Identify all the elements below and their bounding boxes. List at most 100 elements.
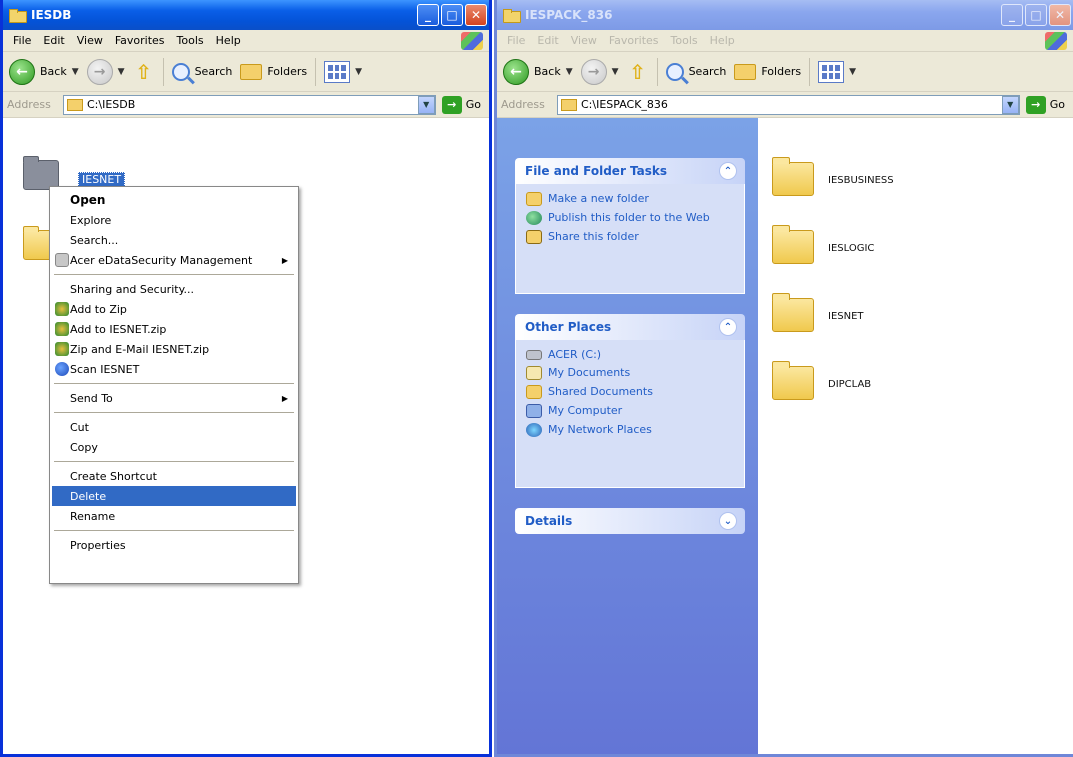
folder-label[interactable]: IESBUSINESS (828, 175, 894, 186)
panel-title: File and Folder Tasks (525, 164, 668, 178)
menu-help[interactable]: Help (210, 34, 247, 47)
context-menu-item-properties[interactable]: Properties (52, 535, 296, 555)
place-my-network-places[interactable]: My Network Places (526, 423, 734, 437)
toolbar-divider (162, 57, 164, 86)
context-menu-item-add-to-zip[interactable]: Add to Zip (52, 299, 296, 319)
search-button[interactable]: Search (665, 62, 726, 81)
drive-icon (526, 350, 542, 360)
folder-label[interactable]: IESNET (828, 311, 864, 322)
folder-icon[interactable] (772, 157, 814, 196)
views-icon (818, 60, 845, 83)
new-folder-icon (526, 192, 542, 206)
folders-button[interactable]: Folders (240, 63, 307, 80)
maximize-button[interactable]: □ (1025, 4, 1047, 26)
title-bar[interactable]: IESPACK_836 _ □ ✕ (497, 0, 1073, 30)
window-iesdb[interactable]: IESDB _ □ ✕ File Edit View Favorites Too… (0, 0, 492, 757)
menu-file[interactable]: File (7, 34, 37, 47)
place-acer-drive[interactable]: ACER (C:) (526, 348, 734, 361)
menu-separator (54, 412, 294, 413)
address-dropdown-button[interactable]: ▼ (1001, 95, 1019, 114)
collapse-chevron-icon[interactable]: ⌃ (719, 162, 737, 180)
go-button[interactable]: → Go (1020, 95, 1073, 114)
back-button[interactable]: ← Back ▼ (503, 58, 573, 85)
context-menu-item-acer-edatasecurity-management[interactable]: Acer eDataSecurity Management ▶ (52, 250, 296, 270)
menu-favorites[interactable]: Favorites (109, 34, 171, 47)
panel-title: Other Places (525, 320, 612, 334)
back-arrow-icon: ← (503, 58, 529, 85)
context-menu-item-create-shortcut[interactable]: Create Shortcut (52, 466, 296, 486)
expand-chevron-icon[interactable]: ⌄ (719, 512, 737, 530)
panel-header[interactable]: File and Folder Tasks ⌃ (515, 158, 745, 184)
minimize-button[interactable]: _ (417, 4, 439, 26)
address-input[interactable]: C:\IESDB ▼ (63, 94, 436, 115)
address-input[interactable]: C:\IESPACK_836 ▼ (557, 94, 1020, 115)
menu-tools[interactable]: Tools (171, 34, 210, 47)
context-menu-item-cut[interactable]: Cut (52, 417, 296, 437)
folder-icon[interactable] (772, 225, 814, 264)
place-my-computer[interactable]: My Computer (526, 404, 734, 418)
search-button[interactable]: Search (171, 62, 232, 81)
back-button[interactable]: ← Back ▼ (9, 58, 79, 85)
task-make-new-folder[interactable]: Make a new folder (526, 192, 734, 206)
folders-button[interactable]: Folders (734, 63, 801, 80)
context-menu-item-zip-and-e-mail-iesnet-zip[interactable]: Zip and E-Mail IESNET.zip (52, 339, 296, 359)
menu-bar: File Edit View Favorites Tools Help (497, 30, 1073, 52)
context-menu-item-scan-iesnet[interactable]: Scan IESNET (52, 359, 296, 379)
folder-view[interactable]: IESBUSINESS IESLOGIC IESNET DIPCLAB (758, 118, 1073, 754)
context-menu-label: Properties (70, 538, 126, 552)
back-arrow-icon: ← (9, 58, 35, 85)
address-dropdown-button[interactable]: ▼ (417, 95, 435, 114)
views-button[interactable]: ▼ (324, 60, 362, 83)
panel-header[interactable]: Details ⌄ (515, 508, 745, 534)
title-bar[interactable]: IESDB _ □ ✕ (3, 0, 489, 30)
task-publish-folder[interactable]: Publish this folder to the Web (526, 211, 734, 225)
up-folder-icon[interactable]: ⇧ (133, 60, 155, 84)
menu-view[interactable]: View (71, 34, 109, 47)
place-shared-documents[interactable]: Shared Documents (526, 385, 734, 399)
panel-header[interactable]: Other Places ⌃ (515, 314, 745, 340)
context-menu-item-copy[interactable]: Copy (52, 437, 296, 457)
context-menu-item-explore[interactable]: Explore (52, 210, 296, 230)
forward-button[interactable]: → ▼ (580, 58, 619, 85)
maximize-button[interactable]: □ (441, 4, 463, 26)
views-icon (324, 60, 351, 83)
collapse-chevron-icon[interactable]: ⌃ (719, 318, 737, 336)
folder-label[interactable]: DIPCLAB (828, 379, 871, 390)
folder-icon[interactable] (772, 361, 814, 400)
menu-tools[interactable]: Tools (665, 34, 704, 47)
task-share-folder[interactable]: Share this folder (526, 230, 734, 244)
go-button[interactable]: → Go (436, 95, 489, 114)
menu-help[interactable]: Help (704, 34, 741, 47)
menu-file[interactable]: File (501, 34, 531, 47)
views-button[interactable]: ▼ (818, 60, 857, 83)
selected-folder-label[interactable]: IESNET (78, 172, 126, 187)
context-menu-item-rename[interactable]: Rename (52, 506, 296, 526)
context-menu-item-send-to[interactable]: Send To ▶ (52, 388, 296, 408)
forward-button[interactable]: → ▼ (86, 58, 125, 85)
menu-view[interactable]: View (565, 34, 603, 47)
close-button[interactable]: ✕ (1049, 4, 1071, 26)
context-menu-label: Search... (70, 233, 119, 247)
place-my-documents[interactable]: My Documents (526, 366, 734, 380)
folder-icon[interactable] (772, 293, 814, 332)
menu-edit[interactable]: Edit (37, 34, 70, 47)
context-menu-item-delete[interactable]: Delete (52, 486, 296, 506)
submenu-arrow-icon: ▶ (281, 255, 288, 265)
menu-edit[interactable]: Edit (531, 34, 564, 47)
context-menu-label: Open (70, 193, 106, 207)
chevron-down-icon: ▼ (849, 66, 857, 77)
context-menu-label: Acer eDataSecurity Management (70, 253, 253, 267)
context-menu-item-sharing-and-security[interactable]: Sharing and Security... (52, 279, 296, 299)
context-menu-item-add-to-iesnet-zip[interactable]: Add to IESNET.zip (52, 319, 296, 339)
context-menu-item-open[interactable]: Open (52, 190, 296, 210)
folder-label[interactable]: IESLOGIC (828, 243, 874, 254)
window-iespack[interactable]: IESPACK_836 _ □ ✕ File Edit View Favorit… (494, 0, 1073, 757)
my-documents-icon (526, 366, 542, 380)
context-menu-item-search[interactable]: Search... (52, 230, 296, 250)
minimize-button[interactable]: _ (1001, 4, 1023, 26)
up-folder-icon[interactable]: ⇧ (627, 60, 649, 84)
menu-favorites[interactable]: Favorites (603, 34, 665, 47)
menu-separator (54, 530, 294, 531)
context-menu-label: Cut (70, 420, 89, 434)
close-button[interactable]: ✕ (465, 4, 487, 26)
